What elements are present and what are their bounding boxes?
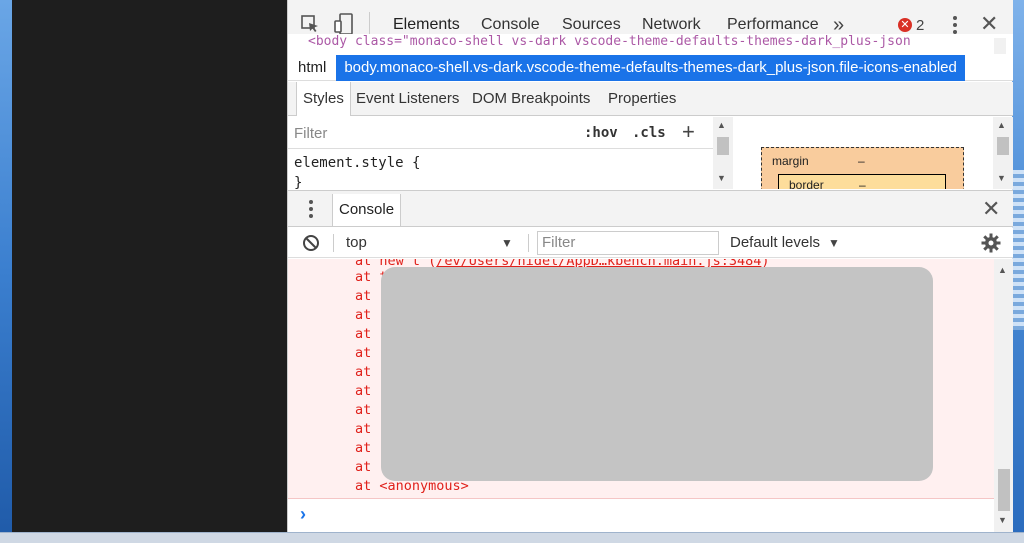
- console-filter-input[interactable]: Filter: [537, 231, 719, 255]
- log-levels-select[interactable]: Default levels: [730, 228, 820, 258]
- stack-trace-line: at: [355, 459, 372, 475]
- close-drawer-icon[interactable]: ✕: [982, 194, 1000, 224]
- toolbar-separator: [528, 234, 529, 252]
- dom-tree-scrollbar[interactable]: [994, 38, 1006, 54]
- stack-trace-line: at: [355, 288, 372, 304]
- stack-trace-line: at: [355, 383, 372, 399]
- class-toggle-button[interactable]: .cls: [632, 125, 666, 141]
- margin-label: margin: [772, 154, 809, 168]
- console-toolbar: top ▼ Filter Default levels ▼: [288, 228, 1013, 258]
- console-output: at new t (/ev/Users/nidel/AppD…kbench.ma…: [288, 259, 1013, 499]
- drawer-toolbar: Console ✕: [288, 190, 1013, 227]
- styles-scrollbar[interactable]: ▲ ▼: [713, 117, 733, 189]
- box-model-border: border –: [778, 174, 946, 189]
- scroll-up-arrow-icon[interactable]: ▲: [717, 120, 726, 130]
- styles-filter-row: Filter :hov .cls +: [288, 117, 713, 149]
- toolbar-separator: [333, 234, 334, 252]
- styles-pane: Filter :hov .cls + element.style { } ▲ ▼: [288, 117, 733, 191]
- console-scrollbar[interactable]: ▲ ▼: [994, 259, 1013, 532]
- scroll-down-arrow-icon[interactable]: ▼: [997, 173, 1006, 183]
- chevron-down-icon[interactable]: ▼: [828, 228, 840, 258]
- stack-trace-line: at: [355, 326, 372, 342]
- taskbar: [0, 532, 1024, 543]
- tab-styles[interactable]: Styles: [296, 82, 351, 116]
- prompt-chevron-icon: ›: [300, 504, 306, 524]
- toolbar-separator: [369, 12, 370, 36]
- stack-trace-line: at: [355, 440, 372, 456]
- dom-node-line[interactable]: <body class="monaco-shell vs-dark vscode…: [308, 34, 911, 49]
- box-model-scrollbar[interactable]: ▲ ▼: [993, 117, 1013, 189]
- stack-trace-line: at: [355, 364, 372, 380]
- error-count: 2: [916, 16, 925, 34]
- hover-state-button[interactable]: :hov: [584, 125, 618, 141]
- stack-trace-line: at: [355, 307, 372, 323]
- error-icon: ✕: [898, 18, 912, 32]
- chevron-down-icon[interactable]: ▼: [501, 228, 513, 258]
- redacted-overlay: [381, 267, 933, 481]
- stack-trace-line: at: [355, 345, 372, 361]
- border-label: border: [789, 178, 824, 189]
- tab-event-listeners[interactable]: Event Listeners: [350, 82, 465, 116]
- breadcrumb-item-html[interactable]: html: [288, 59, 336, 76]
- device-toolbar-icon[interactable]: [332, 12, 356, 36]
- dom-tree: <body class="monaco-shell vs-dark vscode…: [288, 34, 1013, 55]
- desktop-left-strip: [0, 0, 12, 543]
- border-value[interactable]: –: [859, 178, 866, 189]
- desktop-wallpaper-detail: [1012, 170, 1024, 330]
- execution-context-select[interactable]: top: [346, 228, 516, 258]
- breadcrumb: html body.monaco-shell.vs-dark.vscode-th…: [288, 54, 1013, 81]
- styles-filter-input[interactable]: Filter: [294, 125, 327, 142]
- scroll-down-arrow-icon[interactable]: ▼: [717, 173, 726, 183]
- drawer-menu-icon[interactable]: [308, 199, 314, 219]
- stack-trace-line: at: [355, 421, 372, 437]
- element-style-close: }: [294, 175, 303, 191]
- element-style-rule[interactable]: element.style {: [294, 155, 420, 171]
- breadcrumb-item-body[interactable]: body.monaco-shell.vs-dark.vscode-theme-d…: [336, 54, 965, 81]
- inspect-element-icon[interactable]: [298, 12, 322, 36]
- box-model-scroll-thumb[interactable]: [997, 137, 1009, 155]
- elements-sub-tabs: Styles Event Listeners DOM Breakpoints P…: [288, 82, 1013, 116]
- console-prompt[interactable]: ›: [288, 500, 994, 532]
- tab-dom-breakpoints[interactable]: DOM Breakpoints: [466, 82, 596, 116]
- clear-console-icon[interactable]: [302, 234, 320, 252]
- devtools-panel: Elements Console Sources Network Perform…: [287, 0, 1013, 532]
- scroll-up-arrow-icon[interactable]: ▲: [997, 120, 1006, 130]
- drawer-tab-console[interactable]: Console: [332, 194, 402, 226]
- scroll-up-arrow-icon[interactable]: ▲: [998, 265, 1007, 275]
- console-scroll-thumb[interactable]: [998, 469, 1010, 511]
- stack-trace-line: at: [355, 402, 372, 418]
- styles-scroll-thumb[interactable]: [717, 137, 729, 155]
- editor-window[interactable]: [12, 0, 287, 532]
- scroll-down-arrow-icon[interactable]: ▼: [998, 515, 1007, 525]
- error-count-badge[interactable]: ✕ 2: [898, 16, 924, 34]
- box-model-margin: margin – border –: [761, 147, 964, 189]
- box-model-pane: margin – border – ▲ ▼: [734, 117, 1013, 189]
- tab-properties[interactable]: Properties: [602, 82, 682, 116]
- new-style-rule-button[interactable]: +: [682, 119, 695, 145]
- gear-icon[interactable]: [981, 233, 1001, 253]
- margin-value[interactable]: –: [858, 154, 865, 168]
